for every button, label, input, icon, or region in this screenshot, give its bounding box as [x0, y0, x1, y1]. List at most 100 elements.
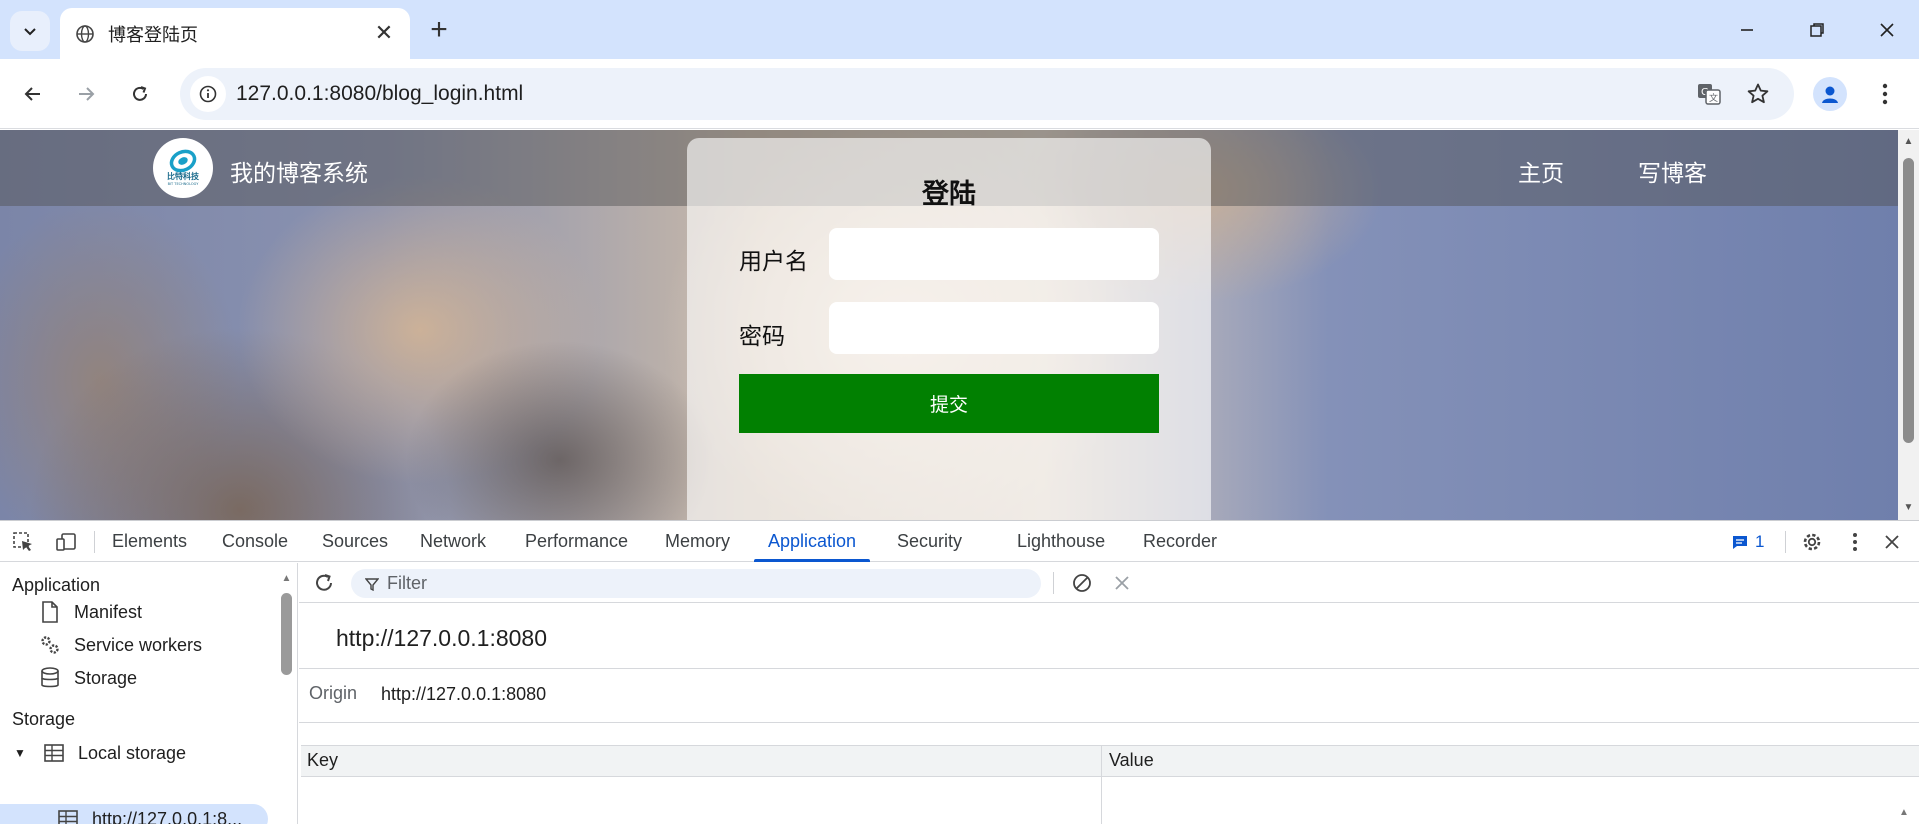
database-icon [38, 666, 62, 690]
sidebar-item-label: Manifest [74, 601, 143, 622]
forward-button[interactable] [67, 75, 105, 113]
password-input[interactable] [829, 302, 1159, 354]
scroll-down-arrow-icon[interactable]: ▼ [1903, 503, 1914, 513]
profile-icon[interactable] [1813, 77, 1847, 111]
triangle-down-icon[interactable]: ▼ [14, 746, 26, 760]
window-close-button[interactable] [1862, 10, 1912, 50]
sidebar-item-label: http://127.0.0.1:8... [92, 808, 243, 824]
devtools-separator [94, 531, 95, 553]
devtools-more-icon[interactable] [1842, 529, 1868, 555]
filter-placeholder: Filter [387, 573, 427, 593]
svg-text:BIT TECHNOLOGY: BIT TECHNOLOGY [168, 182, 200, 186]
table-header: Key Value [301, 745, 1919, 777]
tab-network[interactable]: Network [420, 521, 486, 562]
sidebar-scroll-thumb[interactable] [281, 593, 292, 675]
password-label: 密码 [739, 323, 785, 349]
tab-lighthouse[interactable]: Lighthouse [1017, 521, 1105, 562]
origin-info-row: Origin http://127.0.0.1:8080 [299, 668, 1919, 723]
page-scroll-thumb[interactable] [1903, 158, 1914, 443]
storage-main-pane: Filter http://127.0.0.1:8080 Origin http… [299, 563, 1919, 824]
storage-key-value-table: Key Value [301, 745, 1919, 824]
issues-count: 1 [1755, 532, 1765, 551]
username-label: 用户名 [739, 248, 808, 274]
scroll-up-arrow-icon[interactable]: ▲ [1903, 137, 1914, 147]
filter-input[interactable]: Filter [351, 569, 1041, 598]
restore-button[interactable] [1792, 10, 1842, 50]
devtools-panel: Elements Console Sources Network Perform… [0, 520, 1919, 824]
sidebar-item-storage[interactable]: Storage [38, 664, 137, 692]
restore-icon [1810, 23, 1824, 37]
sidebar-item-label: Service workers [74, 634, 203, 655]
table-icon [42, 741, 66, 765]
tab-elements[interactable]: Elements [112, 521, 187, 562]
column-header-value[interactable]: Value [1109, 750, 1154, 771]
storage-filter-bar: Filter [299, 563, 1919, 603]
document-icon [38, 600, 62, 624]
column-header-key[interactable]: Key [307, 750, 338, 771]
browser-toolbar: 127.0.0.1:8080/blog_login.html G文 [0, 59, 1919, 129]
sidebar-item-service-workers[interactable]: Service workers [38, 631, 202, 659]
nav-link-write-blog[interactable]: 写博客 [1638, 154, 1707, 188]
reload-button[interactable] [121, 75, 159, 113]
devtools-close-icon[interactable] [1879, 529, 1905, 555]
back-button[interactable] [14, 75, 52, 113]
devtools-tab-bar: Elements Console Sources Network Perform… [0, 521, 1919, 562]
message-icon [1733, 536, 1747, 549]
blog-brand-title: 我的博客系统 [230, 160, 368, 186]
tab-close-icon[interactable]: ✕ [372, 21, 396, 45]
tab-title: 博客登陆页 [108, 24, 198, 45]
origin-title: http://127.0.0.1:8080 [336, 625, 548, 651]
nav-link-home[interactable]: 主页 [1518, 154, 1564, 188]
filter-funnel-icon [365, 577, 379, 591]
settings-gear-icon[interactable] [1799, 529, 1825, 555]
column-divider[interactable] [1101, 745, 1102, 824]
forward-icon [79, 87, 95, 101]
page-scrollbar[interactable]: ▲ ▼ [1898, 130, 1919, 520]
origin-label: Origin [309, 683, 358, 703]
new-tab-button[interactable]: + [424, 13, 454, 46]
kebab-menu-icon[interactable] [1870, 77, 1900, 111]
tab-application[interactable]: Application [753, 521, 871, 562]
minimize-icon [1741, 29, 1753, 31]
sidebar-item-local-storage[interactable]: ▼ Local storage [14, 739, 186, 767]
back-icon [24, 87, 40, 101]
delete-selected-icon[interactable] [1109, 570, 1135, 596]
refresh-icon[interactable] [311, 570, 337, 596]
tab-memory[interactable]: Memory [665, 521, 730, 562]
blog-logo: 比特科技 BIT TECHNOLOGY [153, 138, 213, 198]
translate-icon[interactable]: G文 [1691, 76, 1727, 112]
tab-console[interactable]: Console [222, 521, 288, 562]
browser-tab[interactable]: 博客登陆页 ✕ [60, 8, 410, 59]
device-toolbar-icon[interactable] [53, 529, 79, 555]
username-input[interactable] [829, 228, 1159, 280]
sidebar-heading-storage: Storage [12, 709, 76, 729]
tab-sources[interactable]: Sources [322, 521, 388, 562]
gears-icon [38, 633, 62, 657]
bookmark-star-icon[interactable] [1740, 76, 1776, 112]
sidebar-item-manifest[interactable]: Manifest [38, 598, 142, 626]
svg-text:文: 文 [1709, 92, 1718, 104]
close-icon [1880, 23, 1894, 37]
tab-recorder[interactable]: Recorder [1143, 521, 1217, 562]
main-scroll-up-icon[interactable]: ▲ [1899, 807, 1913, 818]
address-bar[interactable]: 127.0.0.1:8080/blog_login.html G文 [180, 68, 1794, 120]
origin-value: http://127.0.0.1:8080 [381, 684, 547, 704]
login-heading: 登陆 [922, 179, 976, 209]
inspect-element-icon[interactable] [10, 529, 36, 555]
minimize-button[interactable] [1722, 10, 1772, 50]
tab-performance[interactable]: Performance [525, 521, 628, 562]
tab-search-button[interactable] [10, 11, 50, 51]
url-text[interactable]: 127.0.0.1:8080/blog_login.html [236, 82, 523, 106]
submit-button[interactable]: 提交 [739, 374, 1159, 433]
page-viewport: 比特科技 BIT TECHNOLOGY 我的博客系统 主页 写博客 登陆 用户名… [0, 130, 1898, 520]
issues-badge[interactable]: 1 [1731, 531, 1764, 553]
sidebar-item-local-storage-origin[interactable]: http://127.0.0.1:8... [56, 805, 242, 824]
sidebar-scroll-up-icon[interactable]: ▲ [281, 573, 292, 584]
site-info-icon[interactable] [190, 76, 226, 112]
browser-tab-strip: 博客登陆页 ✕ + [0, 0, 1919, 59]
reload-icon [133, 86, 147, 101]
clear-all-icon[interactable] [1069, 570, 1095, 596]
globe-icon [74, 23, 96, 45]
devtools-separator [1785, 531, 1786, 553]
tab-security[interactable]: Security [897, 521, 962, 562]
